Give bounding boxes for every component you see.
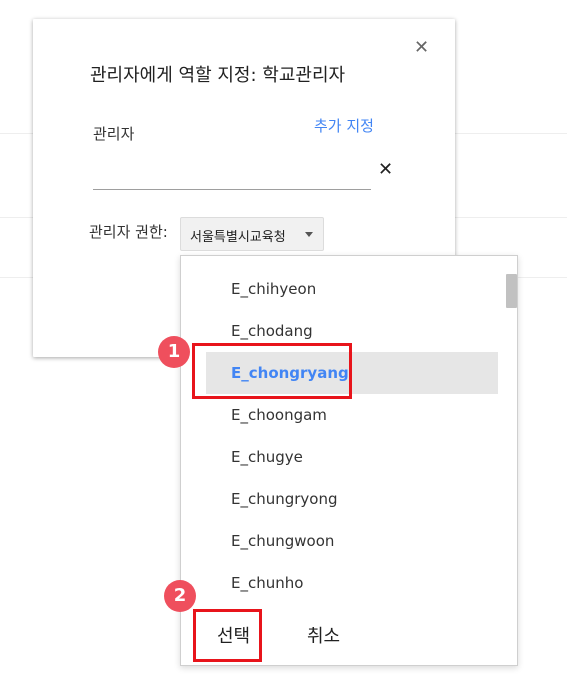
add-assign-link[interactable]: 추가 지정 xyxy=(314,115,374,136)
dropdown-option[interactable]: E_chungryong xyxy=(206,478,498,520)
chevron-down-icon xyxy=(305,232,313,237)
clear-icon[interactable]: ✕ xyxy=(378,159,393,180)
scrollbar-thumb[interactable] xyxy=(506,274,517,308)
dialog-title: 관리자에게 역할 지정: 학교관리자 xyxy=(90,65,346,86)
highlight-box-select-button xyxy=(193,609,262,662)
permission-selected-value: 서울특별시교육청 xyxy=(190,230,286,245)
dropdown-option[interactable]: E_chihyeon xyxy=(206,268,498,310)
permission-dropdown: E_chihyeon E_chodang E_chongryang E_choo… xyxy=(180,255,518,666)
permission-label: 관리자 권한: xyxy=(89,223,168,241)
highlight-box-selected-option xyxy=(192,343,352,399)
dropdown-option[interactable]: E_choongam xyxy=(206,394,498,436)
dropdown-option[interactable]: E_chunho xyxy=(206,562,498,604)
dropdown-option[interactable]: E_chungwoon xyxy=(206,520,498,562)
admin-input[interactable] xyxy=(93,159,371,190)
step-badge-1: 1 xyxy=(158,336,190,368)
dropdown-option[interactable]: E_chugye xyxy=(206,436,498,478)
admin-label: 관리자 xyxy=(93,125,135,143)
step-badge-2: 2 xyxy=(164,580,196,612)
cancel-button[interactable]: 취소 xyxy=(307,622,340,648)
permission-select[interactable]: 서울특별시교육청 xyxy=(180,217,324,251)
close-icon[interactable]: ✕ xyxy=(414,38,429,58)
